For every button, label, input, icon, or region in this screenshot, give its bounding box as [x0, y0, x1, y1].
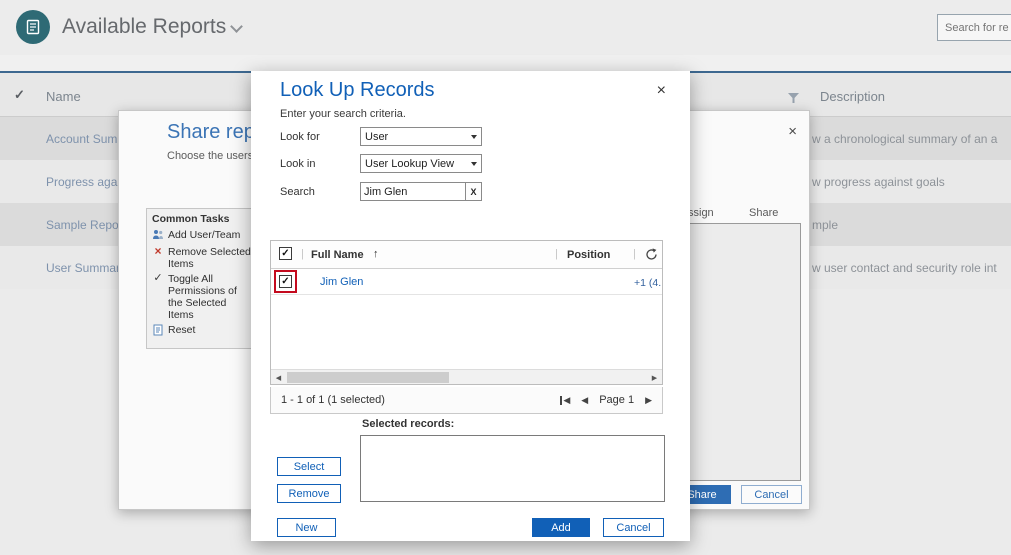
- prev-page-icon[interactable]: ◀: [581, 396, 588, 405]
- new-button[interactable]: New: [277, 518, 336, 537]
- name-column-header[interactable]: Name: [46, 89, 81, 104]
- full-name-column-header[interactable]: Full Name: [311, 249, 364, 261]
- row-checkbox[interactable]: ✓: [279, 275, 292, 288]
- lookup-search-input[interactable]: [361, 186, 465, 198]
- task-item-add-user-team[interactable]: Add User/Team: [152, 229, 253, 243]
- task-label: Add User/Team: [168, 229, 240, 243]
- first-page-icon[interactable]: ◀: [560, 396, 570, 405]
- top-bar: Available Reports: [0, 0, 1011, 55]
- remove-x-icon: ×: [152, 246, 164, 270]
- report-name-link[interactable]: Account Summ: [46, 132, 127, 146]
- filter-icon[interactable]: [788, 90, 799, 108]
- close-icon[interactable]: ×: [788, 123, 797, 140]
- common-tasks-title: Common Tasks: [152, 213, 253, 225]
- column-separator: |: [633, 248, 636, 260]
- results-grid-header: ✓ | Full Name ↑ | Position |: [271, 241, 662, 269]
- task-label: Toggle All Permissions of the Selected I…: [168, 273, 253, 321]
- checkmark-icon: ✓: [152, 273, 164, 321]
- full-name-link[interactable]: Jim Glen: [320, 276, 363, 288]
- refresh-icon[interactable]: [645, 248, 658, 264]
- reset-doc-icon: [152, 324, 164, 339]
- result-row[interactable]: ✓ Jim Glen +1 (4.: [271, 269, 662, 295]
- report-name-link[interactable]: User Summary: [46, 261, 126, 275]
- report-icon: [25, 19, 41, 35]
- phone-cell: +1 (4.: [634, 277, 661, 289]
- clear-search-button[interactable]: X: [465, 183, 481, 200]
- add-user-icon: [152, 229, 164, 243]
- remove-button[interactable]: Remove: [277, 484, 341, 503]
- task-label: Remove Selected Items: [168, 246, 253, 270]
- look-for-select[interactable]: User: [360, 127, 482, 146]
- scroll-left-icon[interactable]: ◀: [271, 370, 286, 385]
- share-column-header: Share: [749, 207, 778, 219]
- look-in-label: Look in: [280, 158, 315, 170]
- page-title: Available Reports: [62, 15, 226, 39]
- sort-asc-icon[interactable]: ↑: [373, 248, 379, 260]
- select-all-check-icon[interactable]: ✓: [14, 87, 25, 103]
- chevron-down-icon: [467, 128, 481, 145]
- report-description: w user contact and security role int: [812, 261, 997, 275]
- assign-column-header: ssign: [688, 207, 714, 219]
- report-description: w a chronological summary of an a: [812, 132, 997, 146]
- task-item-remove-selected[interactable]: × Remove Selected Items: [152, 246, 253, 270]
- column-separator: |: [301, 248, 304, 260]
- report-name-link[interactable]: Progress again: [46, 175, 127, 189]
- results-grid: ✓ | Full Name ↑ | Position | ✓ Jim Glen …: [270, 240, 663, 385]
- pagination-bar: 1 - 1 of 1 (1 selected) ◀ ◀ Page 1 ▶: [270, 387, 663, 414]
- ribbon-strip: [0, 55, 1011, 71]
- common-tasks-panel: Common Tasks Add User/Team × Remove Sele…: [146, 208, 259, 349]
- task-label: Reset: [168, 324, 195, 339]
- reports-app-icon: [16, 10, 50, 44]
- selected-records-box[interactable]: [360, 435, 665, 502]
- lookup-records-modal: Look Up Records Enter your search criter…: [251, 71, 690, 541]
- look-in-value: User Lookup View: [361, 158, 467, 170]
- chevron-down-icon: [467, 155, 481, 172]
- add-button[interactable]: Add: [532, 518, 590, 537]
- cancel-button[interactable]: Cancel: [603, 518, 664, 537]
- close-icon[interactable]: ×: [657, 82, 666, 100]
- select-button[interactable]: Select: [277, 457, 341, 476]
- page-label: Page 1: [599, 394, 634, 406]
- look-for-value: User: [361, 131, 467, 143]
- column-separator: |: [555, 248, 558, 260]
- chevron-down-icon[interactable]: [230, 20, 243, 33]
- horizontal-scrollbar[interactable]: ◀ ▶: [271, 369, 662, 384]
- task-item-toggle-all[interactable]: ✓ Toggle All Permissions of the Selected…: [152, 273, 253, 321]
- description-column-header[interactable]: Description: [820, 89, 885, 104]
- report-name-link[interactable]: Sample Report: [46, 218, 126, 232]
- scroll-thumb[interactable]: [287, 372, 449, 383]
- position-column-header[interactable]: Position: [567, 249, 610, 261]
- selected-records-label: Selected records:: [362, 418, 454, 430]
- lookup-title: Look Up Records: [280, 79, 435, 102]
- search-label: Search: [280, 186, 315, 198]
- next-page-icon[interactable]: ▶: [645, 396, 652, 405]
- scroll-right-icon[interactable]: ▶: [647, 370, 662, 385]
- search-input[interactable]: [937, 14, 1011, 41]
- look-for-label: Look for: [280, 131, 320, 143]
- report-description: w progress against goals: [812, 175, 945, 189]
- lookup-subtitle: Enter your search criteria.: [280, 108, 406, 120]
- select-all-checkbox[interactable]: ✓: [279, 247, 292, 260]
- share-cancel-button[interactable]: Cancel: [741, 485, 802, 504]
- lookup-search-field: X: [360, 182, 482, 201]
- task-item-reset[interactable]: Reset: [152, 324, 253, 339]
- report-description: mple: [812, 218, 838, 232]
- record-count: 1 - 1 of 1 (1 selected): [281, 394, 385, 406]
- look-in-select[interactable]: User Lookup View: [360, 154, 482, 173]
